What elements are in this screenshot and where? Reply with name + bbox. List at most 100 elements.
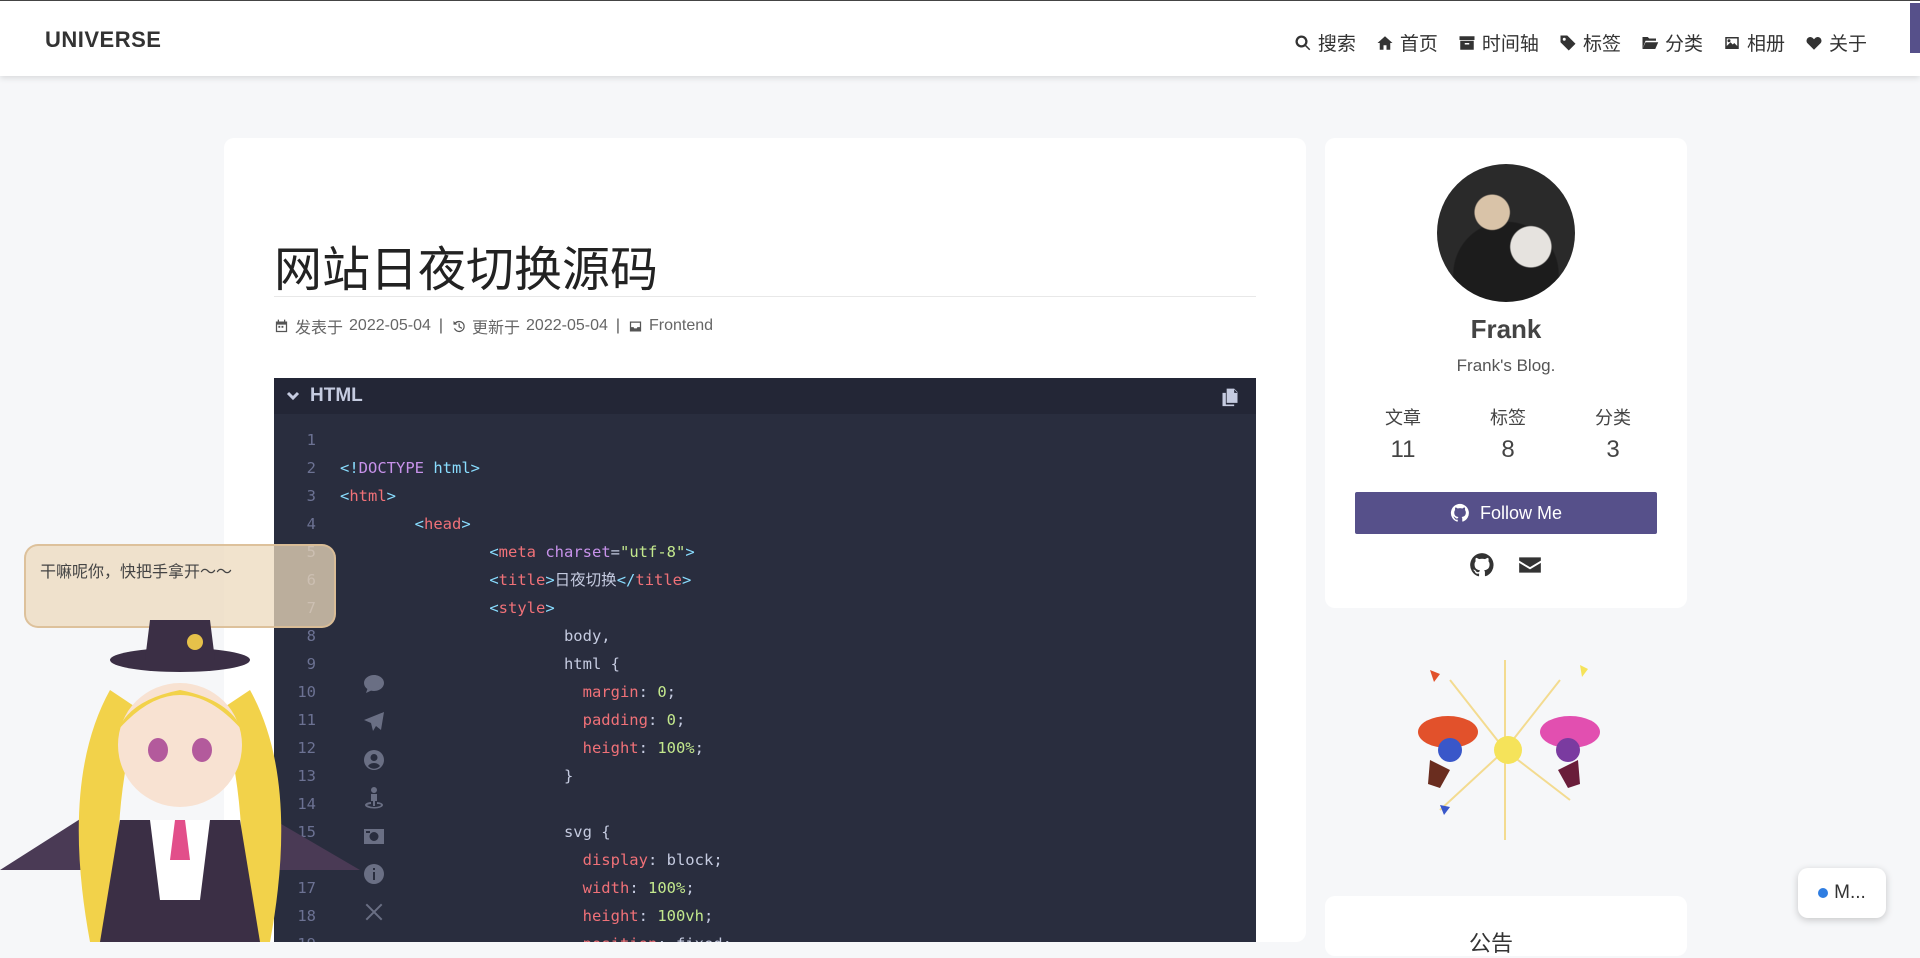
stat-categories[interactable]: 分类 3 <box>1573 404 1653 464</box>
line-text: height: 100%; <box>582 739 704 757</box>
follow-me-label: Follow Me <box>1479 502 1563 523</box>
nav-tags-label: 标签 <box>1582 34 1621 55</box>
street-view-icon[interactable] <box>362 786 386 810</box>
stat-value: 11 <box>1390 436 1416 463</box>
history-icon <box>453 320 465 332</box>
chevron-down-icon[interactable] <box>286 389 300 403</box>
title-divider <box>274 296 1256 297</box>
line-text: <title>日夜切换</title> <box>489 571 692 589</box>
updated-date: 2022-05-04 <box>526 317 608 334</box>
line-text: <html> <box>340 487 397 505</box>
meta-separator: | <box>615 317 621 334</box>
code-line: 7 <style> <box>274 594 1256 622</box>
post-meta: 发表于 2022-05-04 | 更新于 2022-05-04 | Fronte… <box>274 314 713 338</box>
post-category-link[interactable]: Frontend <box>649 317 713 335</box>
nav-about[interactable]: 关于 <box>1805 29 1867 56</box>
decorative-fireworks-animation <box>1418 660 1600 840</box>
nav-search-label: 搜索 <box>1317 34 1356 55</box>
code-line: 10 margin: 0; <box>274 678 1256 706</box>
github-icon[interactable] <box>1469 552 1495 578</box>
nav-timeline-label: 时间轴 <box>1481 34 1539 55</box>
archive-icon <box>1459 35 1475 50</box>
code-line: 1 <box>274 426 1256 454</box>
user-circle-icon[interactable] <box>362 748 386 772</box>
line-number: 2 <box>306 459 316 477</box>
envelope-icon[interactable] <box>1517 552 1543 578</box>
nav-gallery[interactable]: 相册 <box>1723 29 1785 56</box>
code-block-header[interactable]: HTML <box>274 378 1256 414</box>
heart-icon <box>1806 36 1822 50</box>
code-line: 16 display: block; <box>274 846 1256 874</box>
camera-retro-icon[interactable] <box>362 824 386 848</box>
chat-bubble-icon[interactable] <box>362 672 386 696</box>
line-number: 3 <box>306 487 316 505</box>
inbox-icon <box>629 321 642 331</box>
mascot-toolbar <box>362 672 392 924</box>
info-circle-icon[interactable] <box>362 862 386 886</box>
images-icon <box>1725 36 1739 49</box>
code-line: 9 html { <box>274 650 1256 678</box>
code-line: 5 <meta charset="utf-8"> <box>274 538 1256 566</box>
notice-title: 公告 <box>1469 931 1514 956</box>
nav-categories[interactable]: 分类 <box>1641 29 1703 56</box>
line-text: body, <box>340 627 611 645</box>
nav-home-label: 首页 <box>1399 34 1438 55</box>
line-text: <head> <box>414 515 471 533</box>
line-text: <!DOCTYPE html> <box>340 459 481 477</box>
post-title: 网站日夜切换源码 <box>274 242 659 298</box>
site-brand[interactable]: UNIVERSE <box>45 27 161 53</box>
tags-icon <box>1560 35 1576 50</box>
code-line: 19 position: fixed; <box>274 930 1256 942</box>
code-line: 2 <!DOCTYPE html> <box>274 454 1256 482</box>
nav-gallery-label: 相册 <box>1746 34 1785 55</box>
nav-home[interactable]: 首页 <box>1376 29 1438 56</box>
nav-categories-label: 分类 <box>1664 34 1703 55</box>
close-icon[interactable] <box>362 900 386 924</box>
stat-value: 8 <box>1501 436 1515 463</box>
site-stats: 文章 11 标签 8 分类 3 <box>1363 404 1653 464</box>
code-line: 11 padding: 0; <box>274 706 1256 734</box>
notice-card: 公告 <box>1325 896 1687 956</box>
nav-search[interactable]: 搜索 <box>1294 29 1356 56</box>
stat-label: 文章 <box>1385 408 1421 428</box>
code-lines: 12<!DOCTYPE html>3<html>4 <head>5 <meta … <box>274 414 1256 942</box>
live2d-mascot[interactable] <box>0 620 360 942</box>
line-text: position: fixed; <box>340 930 732 942</box>
calendar-icon <box>275 319 288 332</box>
nav-tags[interactable]: 标签 <box>1559 29 1621 56</box>
stat-label: 标签 <box>1490 408 1526 428</box>
follow-me-button[interactable]: Follow Me <box>1355 492 1657 534</box>
author-description: Frank's Blog. <box>1456 356 1556 375</box>
folder-open-icon <box>1642 36 1659 49</box>
social-links <box>1325 552 1687 578</box>
code-line: 4 <head> <box>274 510 1256 538</box>
line-number: 1 <box>306 431 316 449</box>
code-line: 18 height: 100vh; <box>274 902 1256 930</box>
code-language: HTML <box>310 385 363 406</box>
copy-icon[interactable] <box>1220 387 1240 407</box>
search-icon <box>1295 34 1311 50</box>
code-line: 17 width: 100%; <box>274 874 1256 902</box>
meta-separator: | <box>438 317 444 334</box>
code-line: 8 body, <box>274 622 1256 650</box>
published-date: 2022-05-04 <box>349 317 431 334</box>
code-line: 15 svg { <box>274 818 1256 846</box>
avatar <box>1437 164 1575 302</box>
float-button-label: M... <box>1834 882 1866 903</box>
stat-articles[interactable]: 文章 11 <box>1363 404 1443 464</box>
music-float-button[interactable]: M... <box>1798 868 1886 918</box>
published-label: 发表于 <box>295 320 344 337</box>
paper-plane-icon[interactable] <box>362 710 386 734</box>
line-text: display: block; <box>582 851 723 869</box>
nav-timeline[interactable]: 时间轴 <box>1458 29 1539 56</box>
line-text: <meta charset="utf-8"> <box>489 543 695 561</box>
page-scrollbar-thumb[interactable] <box>1910 3 1920 53</box>
code-line: 6 <title>日夜切换</title> <box>274 566 1256 594</box>
code-line: 14 <box>274 790 1256 818</box>
code-line: 12 height: 100%; <box>274 734 1256 762</box>
line-number: 4 <box>306 515 316 533</box>
home-icon <box>1377 35 1393 50</box>
github-icon <box>1450 503 1469 522</box>
author-profile-card: Frank Frank's Blog. 文章 11 标签 8 分类 3 Foll… <box>1325 138 1687 608</box>
stat-tags[interactable]: 标签 8 <box>1468 404 1548 464</box>
